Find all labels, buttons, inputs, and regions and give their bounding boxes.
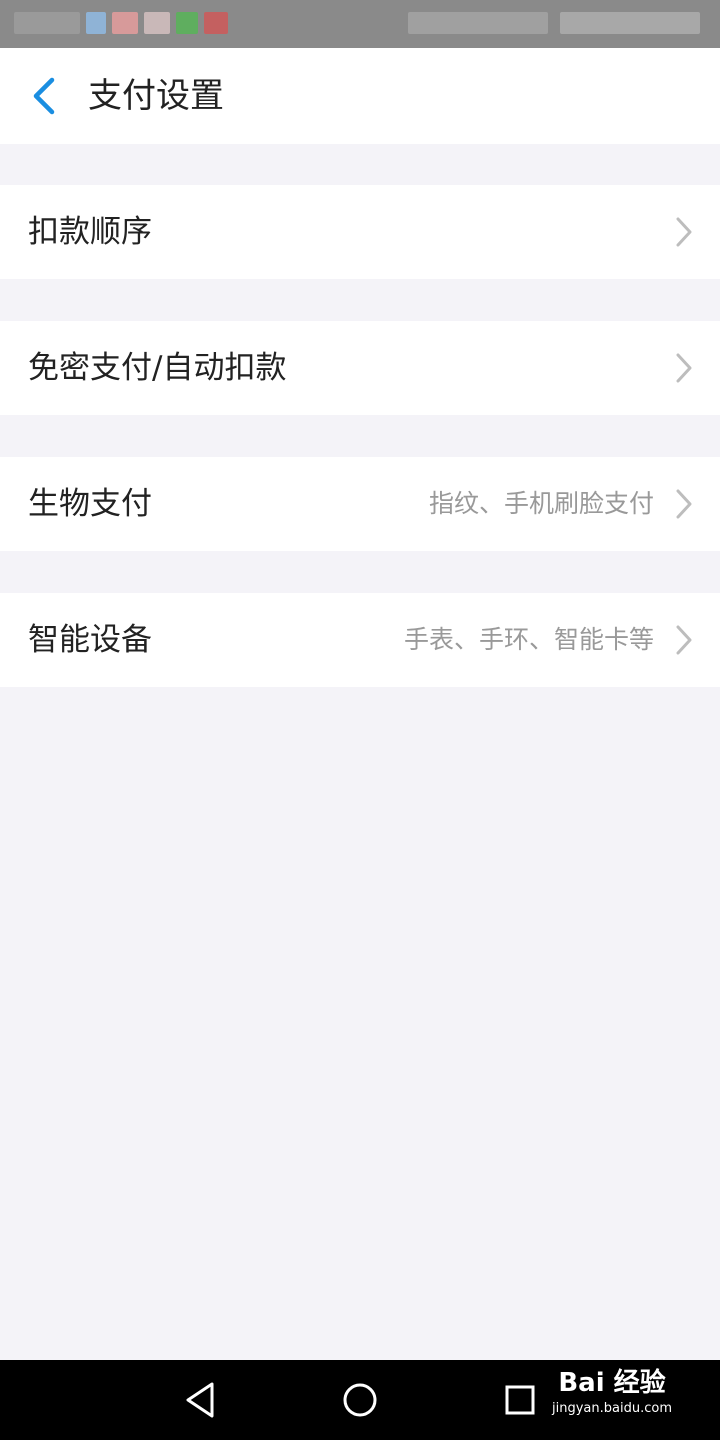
notification-icon xyxy=(112,12,138,34)
chevron-right-icon xyxy=(676,217,692,247)
nav-back-button[interactable] xyxy=(178,1378,222,1422)
signal-icon xyxy=(408,12,548,34)
nav-recents-button[interactable] xyxy=(498,1378,542,1422)
setting-item-label: 智能设备 xyxy=(28,622,152,658)
status-bar xyxy=(0,0,720,48)
setting-item-label: 扣款顺序 xyxy=(28,214,152,250)
watermark-logo: Bai 经验 xyxy=(558,1368,666,1398)
nav-home-button[interactable] xyxy=(338,1378,382,1422)
setting-item-deduction-order[interactable]: 扣款顺序 xyxy=(0,185,720,279)
chevron-right-icon xyxy=(676,625,692,655)
page-title: 支付设置 xyxy=(88,76,224,116)
setting-item-smart-devices[interactable]: 智能设备 手表、手环、智能卡等 xyxy=(0,593,720,687)
notification-icon xyxy=(204,12,228,34)
setting-item-label: 生物支付 xyxy=(28,486,152,522)
back-button[interactable] xyxy=(22,74,66,118)
baidu-jingyan-watermark: Bai 经验 jingyan.baidu.com xyxy=(542,1366,682,1430)
circle-home-icon xyxy=(343,1383,377,1417)
chevron-left-icon xyxy=(33,77,55,115)
setting-item-label: 免密支付/自动扣款 xyxy=(28,350,287,386)
notification-icon xyxy=(176,12,198,34)
setting-item-detail: 指纹、手机刷脸支付 xyxy=(428,489,654,518)
watermark-url: jingyan.baidu.com xyxy=(552,1401,672,1416)
notification-icon xyxy=(86,12,106,34)
chevron-right-icon xyxy=(676,353,692,383)
chevron-right-icon xyxy=(676,489,692,519)
screen: 支付设置 扣款顺序 免密支付/自动扣款 生物支付 指纹、手机刷脸支付 智能设备 … xyxy=(0,0,720,1440)
status-blur-block xyxy=(14,12,80,34)
notification-icon xyxy=(144,12,170,34)
setting-item-password-free-payment[interactable]: 免密支付/自动扣款 xyxy=(0,321,720,415)
triangle-back-icon xyxy=(186,1382,214,1418)
square-recents-icon xyxy=(505,1385,535,1415)
setting-item-detail: 手表、手环、智能卡等 xyxy=(403,625,654,654)
battery-icon xyxy=(560,12,700,34)
setting-item-biometric-payment[interactable]: 生物支付 指纹、手机刷脸支付 xyxy=(0,457,720,551)
app-header: 支付设置 xyxy=(0,48,720,144)
